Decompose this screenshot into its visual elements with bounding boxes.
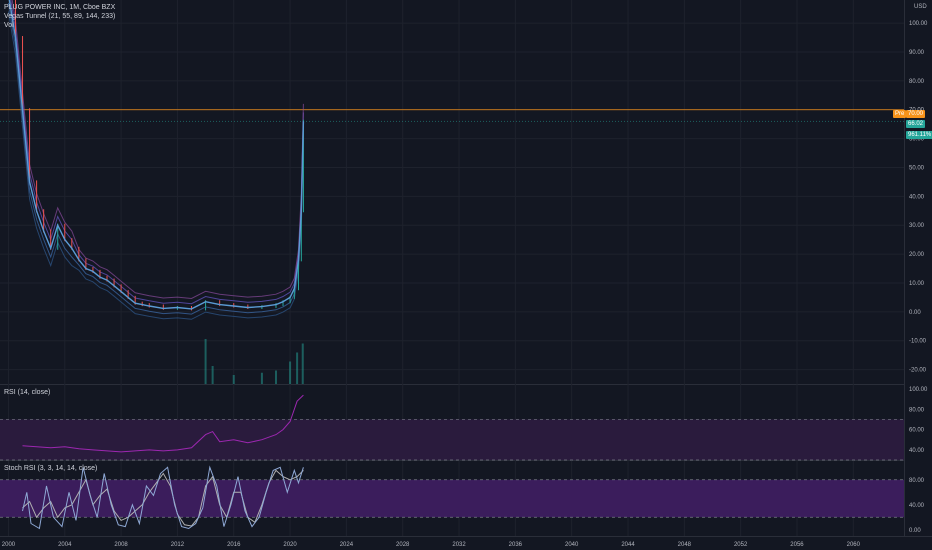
rsi-legend[interactable]: RSI (14, close) — [4, 388, 50, 397]
stoch-band — [0, 479, 904, 518]
currency-label: USD — [914, 4, 927, 10]
x-tick-label: 2008 — [114, 542, 128, 548]
y-tick-label: 30.00 — [909, 223, 925, 229]
volume-bar — [289, 361, 292, 384]
y-tick-label: 50.00 — [909, 165, 925, 171]
volume-bar — [204, 339, 207, 384]
chart-canvas: 2000 2004 2008 2012 2016 2020 2024 2028 2032 2036… — [0, 0, 932, 550]
x-tick-label: 2028 — [396, 542, 410, 548]
stoch-tick-label: 0.00 — [909, 528, 921, 534]
stoch-tick-label: 40.00 — [909, 503, 925, 509]
y-tick-label: -20.00 — [909, 368, 927, 374]
rsi-tick-label: 60.00 — [909, 428, 925, 434]
y-tick-label: 80.00 — [909, 79, 925, 85]
volume-bar — [260, 372, 263, 384]
x-tick-label: 2000 — [2, 542, 16, 548]
background — [0, 0, 932, 550]
x-tick-label: 2052 — [734, 542, 748, 548]
y-tick-label: 40.00 — [909, 194, 925, 200]
volume-bar — [301, 343, 304, 384]
symbol-label[interactable]: PLUG POWER INC, 1M, Cboe BZX — [4, 3, 115, 12]
x-tick-label: 2016 — [227, 542, 241, 548]
x-tick-label: 2012 — [171, 542, 185, 548]
rsi-band — [0, 419, 904, 460]
y-tick-label: 20.00 — [909, 252, 925, 258]
y-tick-label: 100.00 — [909, 21, 928, 27]
volume-bar — [274, 370, 277, 384]
x-tick-label: 2020 — [283, 542, 297, 548]
y-tick-label: 90.00 — [909, 50, 925, 56]
last-price-tag: 66.02 — [906, 120, 926, 128]
volume-bar — [211, 366, 214, 384]
y-tick-label: -10.00 — [909, 339, 927, 345]
x-tick-label: 2024 — [340, 542, 354, 548]
x-tick-label: 2040 — [565, 542, 579, 548]
pre-price-tag: 70.00 — [906, 110, 926, 118]
change-tag: 961.11% — [906, 131, 932, 139]
x-tick-label: 2004 — [58, 542, 72, 548]
stoch-tick-label: 80.00 — [909, 478, 925, 484]
x-tick-label: 2060 — [847, 542, 861, 548]
indicator-label[interactable]: Vegas Tunnel (21, 55, 89, 144, 233) — [4, 12, 115, 21]
x-tick-label: 2036 — [509, 542, 523, 548]
rsi-tick-label: 80.00 — [909, 407, 925, 413]
volume-label[interactable]: Vol — [4, 21, 115, 30]
y-tick-label: 10.00 — [909, 281, 925, 287]
pre-label-tag: Pre — [893, 110, 907, 118]
rsi-tick-label: 100.00 — [909, 387, 928, 393]
rsi-tick-label: 40.00 — [909, 448, 925, 454]
x-tick-label: 2032 — [452, 542, 466, 548]
volume-bar — [232, 375, 235, 384]
stoch-legend[interactable]: Stoch RSI (3, 3, 14, 14, close) — [4, 464, 97, 473]
x-tick-label: 2048 — [678, 542, 692, 548]
volume-bar — [296, 352, 299, 384]
x-tick-label: 2056 — [790, 542, 804, 548]
main-legend: PLUG POWER INC, 1M, Cboe BZX Vegas Tunne… — [4, 3, 115, 30]
x-tick-label: 2044 — [621, 542, 635, 548]
y-tick-label: 0.00 — [909, 310, 921, 316]
